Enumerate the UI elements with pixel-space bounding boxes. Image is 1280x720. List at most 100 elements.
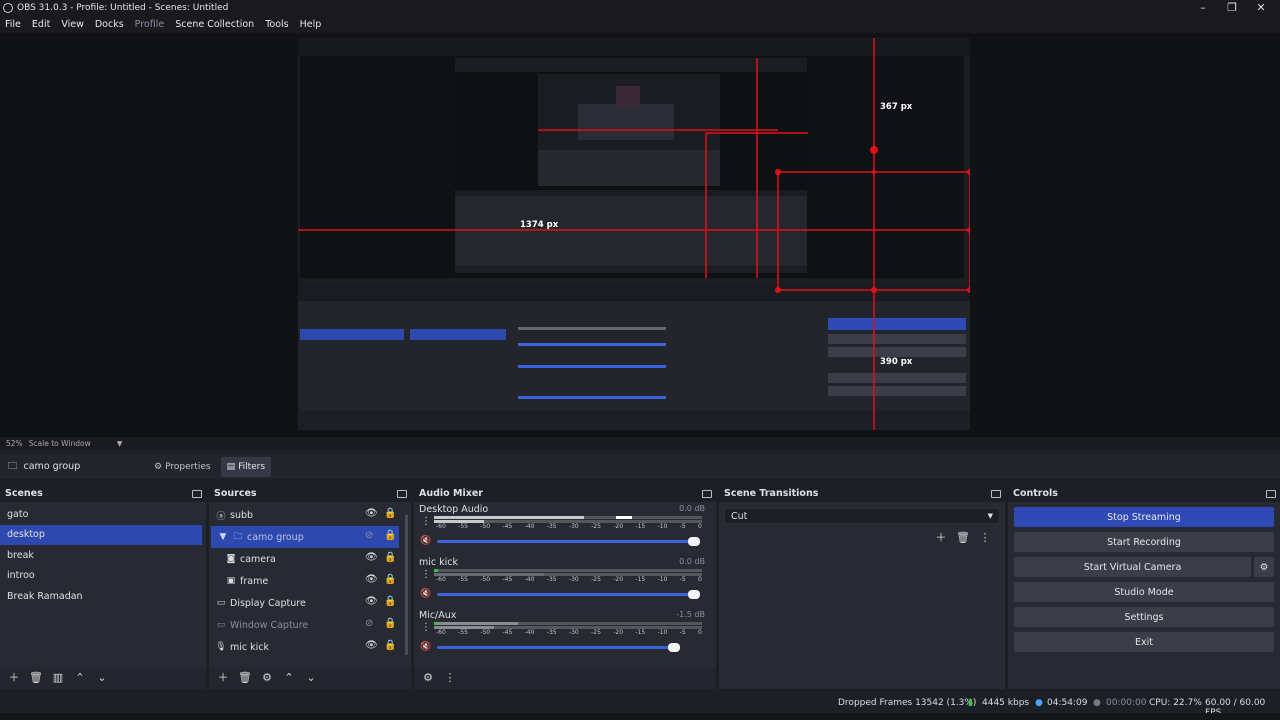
close-button[interactable]: ✕	[1246, 0, 1276, 16]
eye-icon[interactable]: 👁	[365, 552, 378, 563]
chevron-up-icon[interactable]: ⌃	[279, 670, 299, 686]
more-options-icon[interactable]: ⋮	[440, 670, 460, 686]
tick-label: -20	[613, 523, 624, 530]
menu-view[interactable]: View	[61, 19, 84, 30]
source-item[interactable]: ▼ 🗀 camo group ⊘ 🔒	[211, 526, 399, 548]
virtual-camera-settings-button[interactable]: ⚙	[1254, 557, 1274, 577]
preview-canvas[interactable]: 367 px 1374 px 390 px	[298, 38, 970, 430]
undock-icon[interactable]	[1266, 489, 1276, 498]
trash-icon[interactable]: 🗑	[26, 670, 46, 686]
source-item[interactable]: ◙ camera 👁 🔒	[211, 548, 399, 570]
add-icon[interactable]: ＋	[4, 670, 24, 686]
eye-hidden-icon[interactable]: ⊘	[365, 618, 373, 629]
lock-icon[interactable]: 🔒	[384, 596, 396, 607]
scenes-dock: Scenes gato desktop break introo Break R…	[0, 485, 206, 689]
chevron-down-icon[interactable]: ⌄	[301, 670, 321, 686]
menu-profile[interactable]: Profile	[135, 19, 165, 30]
signal-icon: ▮	[968, 698, 973, 708]
eye-icon[interactable]: 👁	[365, 508, 378, 519]
volume-slider-handle[interactable]	[668, 643, 680, 652]
lock-icon[interactable]: 🔒	[384, 640, 396, 651]
properties-button[interactable]: ⚙ Properties	[148, 457, 217, 477]
preview-area[interactable]: 367 px 1374 px 390 px	[0, 33, 1280, 437]
speaker-muted-icon[interactable]: 🔇	[420, 642, 431, 653]
source-item[interactable]: ⓐ subb 👁 🔒	[211, 504, 399, 526]
volume-slider-handle[interactable]	[688, 590, 700, 599]
undock-icon[interactable]	[397, 489, 407, 498]
scrollbar[interactable]	[405, 515, 408, 655]
source-item[interactable]: 🎙 mic kick 👁 🔒	[211, 636, 399, 658]
volume-slider[interactable]	[437, 540, 697, 543]
chevron-down-icon[interactable]: ⌄	[92, 670, 112, 686]
more-options-icon[interactable]: ⋮	[421, 623, 431, 633]
scene-item[interactable]: introo	[0, 566, 202, 587]
filters-label: Filters	[238, 461, 266, 472]
scene-item[interactable]: Break Ramadan	[0, 586, 202, 607]
filter-icon[interactable]: ▥	[48, 670, 68, 686]
gear-icon[interactable]: ⚙	[418, 670, 438, 686]
trash-icon[interactable]: 🗑	[953, 530, 973, 546]
lock-icon[interactable]: 🔒	[384, 618, 396, 629]
eye-icon[interactable]: 👁	[365, 596, 378, 607]
volume-slider-handle[interactable]	[688, 537, 700, 546]
menu-docks[interactable]: Docks	[95, 19, 124, 30]
menu-tools[interactable]: Tools	[265, 19, 288, 30]
filters-button[interactable]: ▤ Filters	[220, 456, 272, 477]
gear-icon[interactable]: ⚙	[257, 670, 277, 686]
tick-label: -55	[458, 629, 468, 636]
undock-icon[interactable]	[192, 489, 202, 498]
volume-slider[interactable]	[437, 646, 675, 649]
speaker-muted-icon[interactable]: 🔇	[420, 536, 431, 547]
scene-item[interactable]: break	[0, 545, 202, 566]
start-recording-button[interactable]: Start Recording	[1014, 532, 1274, 552]
source-label: Display Capture	[230, 597, 306, 609]
menu-file[interactable]: File	[5, 19, 21, 30]
undock-icon[interactable]	[702, 489, 712, 498]
menu-help[interactable]: Help	[300, 19, 322, 30]
sources-header: Sources	[209, 485, 411, 502]
start-virtual-camera-button[interactable]: Start Virtual Camera	[1014, 557, 1251, 577]
transition-select[interactable]: Cut ▼	[724, 508, 1000, 524]
overlay-label-top: 367 px	[880, 102, 913, 112]
settings-button[interactable]: Settings	[1014, 607, 1274, 627]
scenes-title: Scenes	[5, 488, 43, 499]
scene-item[interactable]: desktop	[0, 524, 202, 545]
undock-icon[interactable]	[991, 489, 1001, 498]
add-icon[interactable]: ＋	[213, 670, 233, 686]
trash-icon[interactable]: 🗑	[235, 670, 255, 686]
more-options-icon[interactable]: ⋮	[975, 530, 995, 546]
studio-mode-button[interactable]: Studio Mode	[1014, 582, 1274, 602]
scale-mode[interactable]: Scale to Window	[29, 439, 91, 448]
lock-icon[interactable]: 🔒	[384, 508, 396, 519]
scene-item[interactable]: gato	[0, 504, 202, 525]
eye-icon[interactable]: 👁	[365, 574, 378, 585]
overlay-label-bottom: 390 px	[880, 357, 913, 367]
channel-name: Mic/Aux	[419, 610, 457, 621]
lock-icon[interactable]: 🔒	[384, 552, 396, 563]
exit-button[interactable]: Exit	[1014, 632, 1274, 652]
eye-hidden-icon[interactable]: ⊘	[365, 530, 373, 541]
lock-icon[interactable]: 🔒	[384, 530, 396, 541]
speaker-muted-icon[interactable]: 🔇	[420, 589, 431, 600]
chevron-down-icon[interactable]: ▼	[217, 532, 229, 542]
volume-slider[interactable]	[437, 593, 697, 596]
chevron-down-icon[interactable]: ▼	[117, 439, 123, 448]
add-icon[interactable]: ＋	[931, 530, 951, 546]
chevron-up-icon[interactable]: ⌃	[70, 670, 90, 686]
eye-icon[interactable]: 👁	[365, 640, 378, 651]
source-item[interactable]: ▭ Display Capture 👁 🔒	[211, 592, 399, 614]
source-item[interactable]: ▣ frame 👁 🔒	[211, 570, 399, 592]
tick-label: -60	[436, 576, 446, 583]
filter-icon: ▤	[226, 461, 236, 472]
source-item[interactable]: ▭ Window Capture ⊘ 🔒	[211, 614, 399, 636]
minimize-button[interactable]: –	[1188, 0, 1218, 16]
stream-icon: ●	[1035, 698, 1043, 708]
audio-mixer-toolbar: ⚙ ⋮	[414, 667, 716, 689]
menu-scene-collection[interactable]: Scene Collection	[175, 19, 254, 30]
stop-streaming-button[interactable]: Stop Streaming	[1014, 507, 1274, 527]
menu-edit[interactable]: Edit	[32, 19, 50, 30]
more-options-icon[interactable]: ⋮	[421, 570, 431, 580]
lock-icon[interactable]: 🔒	[384, 574, 396, 585]
maximize-button[interactable]: ❐	[1217, 0, 1247, 16]
more-options-icon[interactable]: ⋮	[421, 517, 431, 527]
